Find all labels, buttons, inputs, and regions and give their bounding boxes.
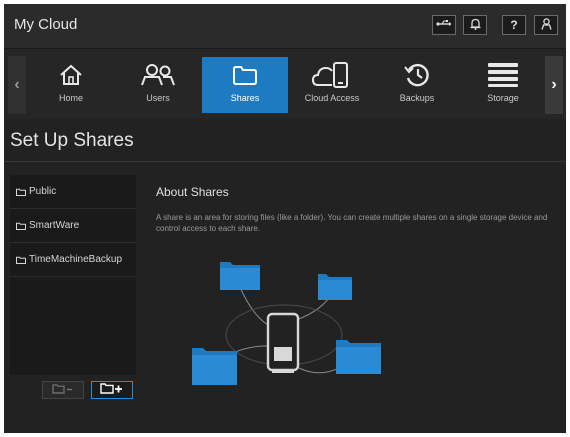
nav-item-shares[interactable]: Shares [202,57,288,113]
nav-label-storage: Storage [487,93,519,103]
user-icon [540,17,552,33]
folder-icon [318,274,352,300]
folder-icon [16,188,26,196]
remove-share-button[interactable] [42,381,84,399]
share-item-label: Public [29,186,57,197]
folder-icon [16,256,26,264]
top-bar: My Cloud ? [4,4,566,49]
share-item-smartware[interactable]: SmartWare [10,209,136,243]
home-icon [58,61,84,89]
nav-scroll-left[interactable]: ‹ [8,56,26,114]
help-icon: ? [510,18,518,32]
about-title: About Shares [156,185,229,199]
nav-label-shares: Shares [230,93,260,103]
nav-item-cloud-access[interactable]: Cloud Access [289,57,375,113]
folder-icon [232,61,258,89]
app-window: My Cloud ? ‹ Home Users Shares Cloud Acc… [4,4,566,433]
folder-minus-icon [52,381,74,399]
chevron-right-icon: › [551,76,557,93]
help-button[interactable]: ? [502,15,526,35]
add-share-button[interactable] [91,381,133,399]
folder-icon [336,340,381,374]
cloud-device-icon [312,61,352,89]
share-item-label: SmartWare [29,220,80,231]
nav-label-cloud-access: Cloud Access [304,93,360,103]
main-nav: ‹ Home Users Shares Cloud Access Backups… [4,49,566,119]
users-icon [140,61,176,89]
folder-icon [220,262,260,290]
usb-icon [436,18,452,32]
nav-label-backups: Backups [399,93,435,103]
share-item-label: TimeMachineBackup [29,254,123,265]
folder-plus-icon [100,381,124,399]
folder-icon [192,348,237,385]
share-list: Public SmartWare TimeMachineBackup [10,175,136,375]
chevron-left-icon: ‹ [14,76,20,93]
nav-label-users: Users [146,93,170,103]
nav-item-users[interactable]: Users [115,57,201,113]
share-item-timemachinebackup[interactable]: TimeMachineBackup [10,243,136,277]
nav-label-home: Home [58,93,83,103]
nav-item-home[interactable]: Home [28,57,114,113]
usb-button[interactable] [432,15,456,35]
about-description: A share is an area for storing files (li… [156,213,548,233]
share-item-public[interactable]: Public [10,175,136,209]
title-divider [4,161,566,162]
folder-icon [16,222,26,230]
page-title: Set Up Shares [10,130,134,151]
shares-illustration [184,250,384,385]
storage-device-icon [266,312,300,373]
nav-scroll-right[interactable]: › [545,56,563,114]
bell-icon [470,18,481,33]
storage-icon [487,61,519,89]
nav-item-backups[interactable]: Backups [374,57,460,113]
app-title: My Cloud [14,16,78,33]
user-menu-button[interactable] [534,15,558,35]
nav-item-storage[interactable]: Storage [460,57,546,113]
history-icon [403,61,431,89]
notifications-button[interactable] [463,15,487,35]
